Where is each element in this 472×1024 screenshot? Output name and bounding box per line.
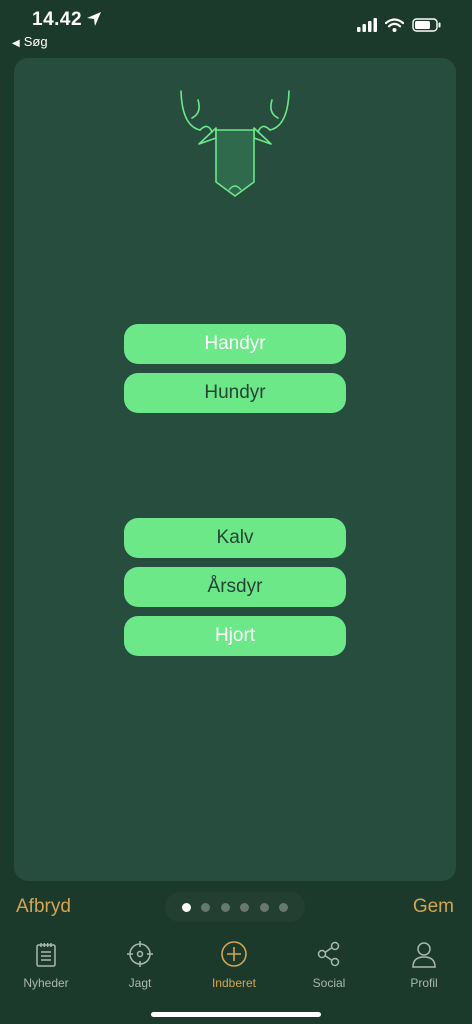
tab-social[interactable]: Social [282,940,376,990]
tab-profil[interactable]: Profil [377,940,471,990]
tab-label: Profil [410,976,438,990]
location-arrow-icon [87,12,101,26]
page-indicator[interactable] [165,892,305,922]
page-dot [279,902,289,912]
tab-label: Indberet [211,976,257,990]
option-hjort[interactable]: Hjort [124,616,346,656]
status-bar: 14.42 ◀ Søg [0,0,472,56]
tab-jagt[interactable]: Jagt [93,940,187,990]
save-button[interactable]: Gem [413,896,454,918]
page-dot [259,902,269,912]
cancel-button[interactable]: Afbryd [16,896,71,918]
person-icon [412,942,436,968]
home-indicator[interactable] [151,1012,321,1017]
tab-label: Jagt [128,976,152,990]
status-icons [357,18,442,32]
status-time: 14.42 [32,9,83,30]
option-handyr[interactable]: Handyr [124,324,346,364]
battery-icon [412,18,441,32]
page-dot [240,902,250,912]
tab-label: Nyheder [23,976,69,990]
back-triangle-icon: ◀ [12,38,20,49]
plus-circle-icon [221,941,247,967]
tab-nyheder[interactable]: Nyheder [0,940,93,990]
back-label: Søg [23,34,48,49]
option-hundyr[interactable]: Hundyr [124,373,346,413]
wizard-footer: Afbryd Gem [0,888,472,928]
option-aarsdyr[interactable]: Årsdyr [124,567,346,607]
share-icon [317,941,340,967]
page-dot [181,902,191,912]
notepad-icon [36,943,56,967]
selection-card: Handyr Hundyr Kalv Årsdyr Hjort [14,58,456,881]
deer-head-icon [180,90,290,197]
wifi-icon [385,18,404,32]
back-to-search-link[interactable]: ◀ Søg [12,34,48,49]
option-kalv[interactable]: Kalv [124,518,346,558]
page-dot [220,902,230,912]
tab-bar: Nyheder Jagt Indberet Social Profil [0,932,472,1002]
page-dot [201,902,211,912]
tab-label: Social [312,976,346,990]
crosshair-icon [127,941,153,967]
tab-indberet[interactable]: Indberet [187,940,281,990]
cellular-signal-icon [357,18,377,32]
